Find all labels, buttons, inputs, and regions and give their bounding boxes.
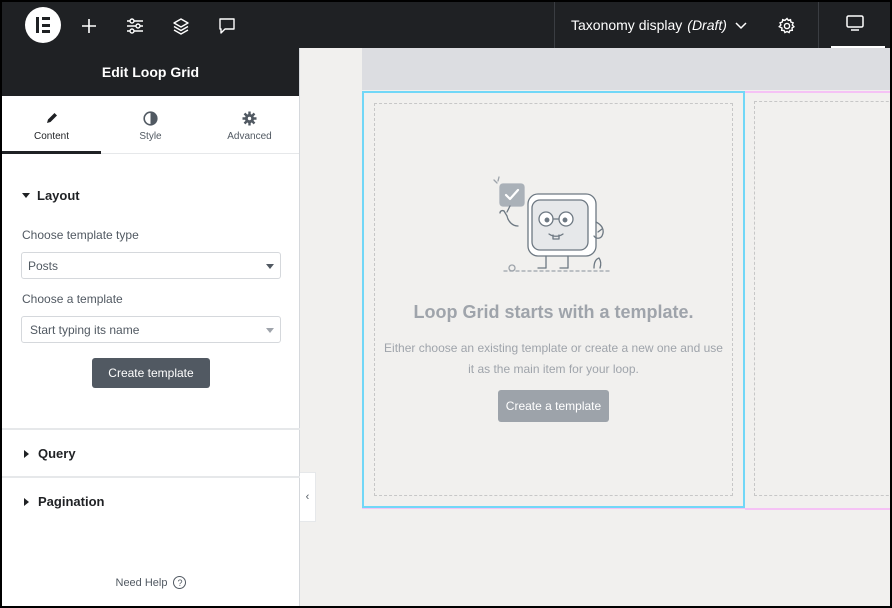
tab-content[interactable]: Content bbox=[2, 96, 101, 154]
need-help-label: Need Help bbox=[115, 576, 168, 589]
tab-label: Advanced bbox=[227, 131, 272, 142]
caret-down-icon bbox=[22, 193, 30, 198]
empty-state-description: Either choose an existing template or cr… bbox=[380, 338, 727, 380]
empty-state-description-line: it as the main item for your loop. bbox=[468, 362, 639, 376]
top-bar: Taxonomy display (Draft) bbox=[2, 2, 890, 48]
tab-style[interactable]: Style bbox=[101, 96, 200, 153]
need-help-link[interactable]: Need Help ? bbox=[2, 576, 300, 589]
canvas-header-band bbox=[362, 48, 890, 90]
elementor-logo[interactable] bbox=[25, 7, 61, 43]
document-title: Taxonomy display bbox=[571, 17, 683, 33]
loop-grid-outline-bottom bbox=[362, 508, 890, 509]
document-status: (Draft) bbox=[687, 17, 727, 33]
pencil-icon bbox=[45, 110, 59, 126]
section-layout-title: Layout bbox=[37, 188, 80, 203]
caret-right-icon bbox=[24, 449, 29, 458]
structure-icon[interactable] bbox=[168, 13, 194, 39]
template-type-select[interactable]: Posts bbox=[21, 252, 281, 279]
contrast-icon bbox=[143, 110, 158, 126]
template-search-select[interactable]: Start typing its name bbox=[21, 316, 281, 343]
tab-advanced[interactable]: Advanced bbox=[200, 96, 299, 153]
loop-item-dropzone bbox=[374, 103, 733, 496]
desktop-icon bbox=[845, 14, 865, 37]
gear-icon bbox=[242, 110, 257, 126]
create-a-template-button[interactable]: Create a template bbox=[498, 390, 609, 422]
section-pagination-toggle[interactable]: Pagination bbox=[2, 494, 104, 509]
panel-tabs: Content Style Advanced bbox=[2, 96, 299, 154]
section-pagination-title: Pagination bbox=[38, 494, 105, 509]
loop-item-placeholder[interactable] bbox=[754, 101, 890, 496]
template-type-value: Posts bbox=[28, 258, 59, 273]
caret-right-icon bbox=[24, 497, 29, 506]
template-label: Choose a template bbox=[22, 292, 123, 306]
chevron-left-icon: ‹ bbox=[305, 491, 310, 503]
add-icon[interactable] bbox=[76, 13, 102, 39]
caret-down-icon bbox=[266, 328, 274, 333]
section-layout-toggle[interactable]: Layout bbox=[2, 188, 80, 203]
responsive-mode-button[interactable] bbox=[818, 2, 890, 48]
site-settings-icon[interactable] bbox=[122, 13, 148, 39]
empty-state-description-line: Either choose an existing template or cr… bbox=[384, 341, 723, 355]
chevron-down-icon bbox=[735, 17, 747, 33]
tab-label: Style bbox=[139, 131, 162, 142]
tab-label: Content bbox=[33, 131, 70, 142]
section-divider bbox=[2, 428, 300, 430]
loop-item-selected[interactable] bbox=[362, 91, 745, 508]
loop-template-illustration-icon bbox=[490, 174, 616, 285]
editor-panel: Edit Loop Grid Content Style Advanced La… bbox=[2, 48, 300, 606]
create-template-button[interactable]: Create template bbox=[92, 358, 210, 388]
caret-down-icon bbox=[266, 264, 274, 269]
gear-icon[interactable] bbox=[774, 13, 800, 39]
question-icon: ? bbox=[173, 576, 187, 589]
section-divider bbox=[2, 476, 300, 478]
section-query-toggle[interactable]: Query bbox=[2, 446, 76, 461]
editor-window: Taxonomy display (Draft) Edit Loop Grid bbox=[2, 2, 890, 606]
template-placeholder: Start typing its name bbox=[30, 322, 140, 337]
section-query-title: Query bbox=[38, 446, 76, 461]
empty-state-title: Loop Grid starts with a template. bbox=[413, 302, 694, 322]
template-type-label: Choose template type bbox=[22, 228, 139, 242]
panel-title: Edit Loop Grid bbox=[2, 48, 299, 96]
collapse-panel-button[interactable]: ‹ bbox=[300, 472, 316, 522]
notes-icon[interactable] bbox=[214, 13, 240, 39]
